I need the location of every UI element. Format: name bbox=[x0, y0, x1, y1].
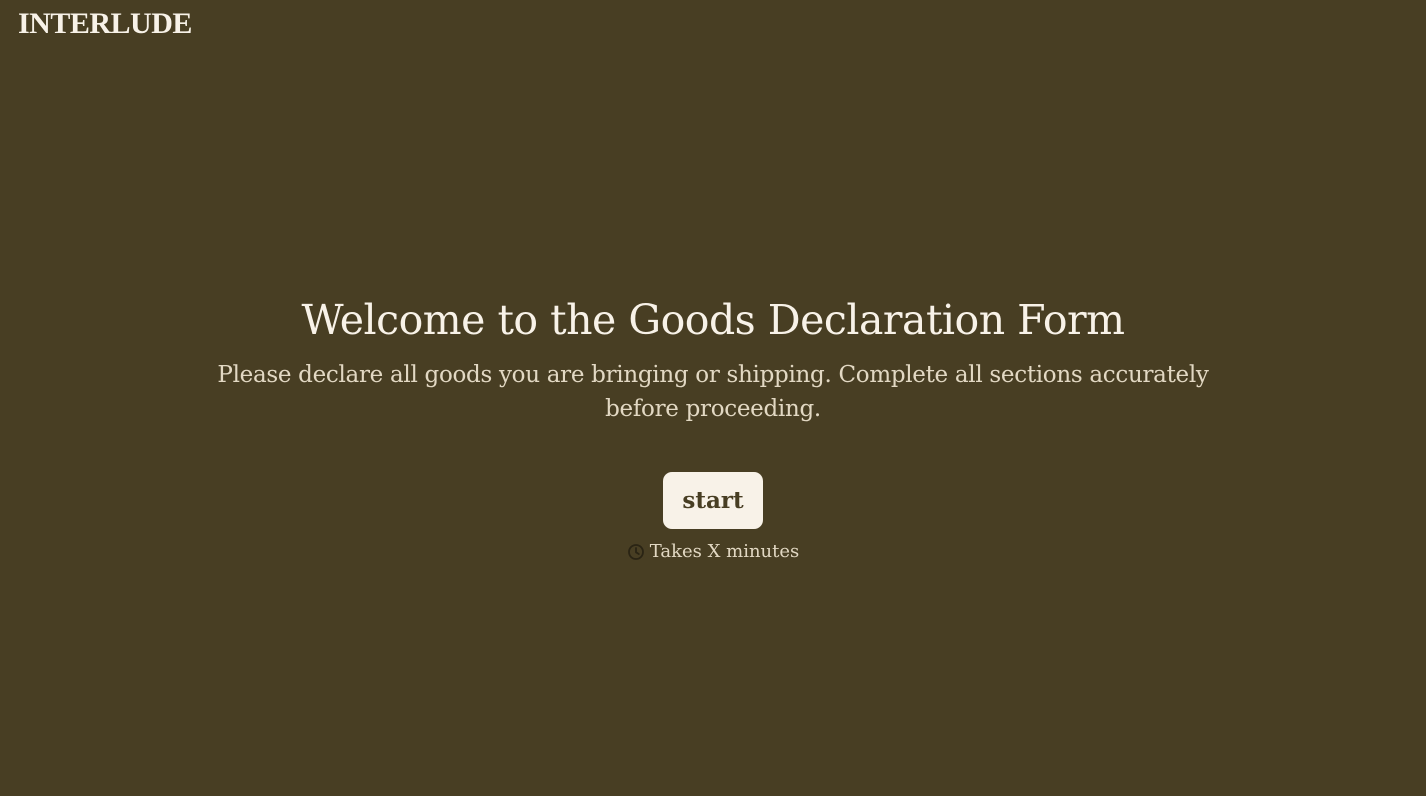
logo: INTERLUDE bbox=[18, 7, 192, 40]
page: INTERLUDE Welcome to the Goods Declarati… bbox=[0, 0, 1426, 796]
start-button[interactable]: start bbox=[663, 472, 763, 529]
page-title: Welcome to the Goods Declaration Form bbox=[301, 296, 1125, 344]
duration-info: Takes X minutes bbox=[627, 541, 800, 562]
form-description: Please declare all goods you are bringin… bbox=[217, 362, 1209, 422]
welcome-screen: Welcome to the Goods Declaration Form Pl… bbox=[0, 292, 1426, 562]
clock-icon bbox=[627, 543, 645, 561]
duration-text: Takes X minutes bbox=[649, 541, 800, 562]
